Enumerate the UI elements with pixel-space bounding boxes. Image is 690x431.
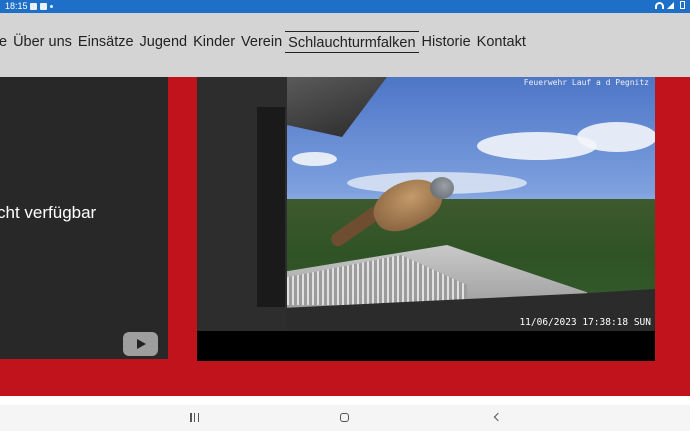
- webcam-image: Feuerwehr Lauf a d Pegnitz 11/06/2023 17…: [197, 77, 655, 331]
- signal-icon: [667, 2, 674, 9]
- webcam-footer-bar: [197, 331, 655, 361]
- system-icons: [655, 0, 685, 9]
- cloud-shape: [577, 122, 655, 152]
- nav-item-historie[interactable]: Historie: [419, 31, 474, 53]
- battery-icon: [680, 1, 685, 9]
- android-nav-bar: [0, 405, 690, 431]
- nav-item-verein[interactable]: Verein: [238, 31, 285, 53]
- gallery-icon: [30, 3, 37, 10]
- nav-item-ueber-uns[interactable]: Über uns: [10, 31, 75, 53]
- webcam-timestamp: 11/06/2023 17:38:18 SUN: [519, 317, 651, 328]
- nav-item-kinder[interactable]: Kinder: [190, 31, 238, 53]
- site-header: e Über uns Einsätze Jugend Kinder Verein…: [0, 13, 690, 77]
- falcon-head: [430, 177, 454, 199]
- wifi-icon: [655, 2, 664, 9]
- tower-pillar: [257, 107, 285, 307]
- dot-icon: [50, 5, 53, 8]
- recent-apps-icon[interactable]: [190, 413, 199, 422]
- nav-item-kontakt[interactable]: Kontakt: [474, 31, 529, 53]
- home-icon[interactable]: [340, 413, 349, 422]
- notification-icons: [30, 3, 53, 10]
- nav-item-einsaetze[interactable]: Einsätze: [75, 31, 137, 53]
- cloud-shape: [292, 152, 337, 166]
- image-icon: [40, 3, 47, 10]
- status-bar: 18:15: [0, 0, 690, 13]
- main-nav: e Über uns Einsätze Jugend Kinder Verein…: [0, 31, 529, 53]
- youtube-video-unavailable[interactable]: cht verfügbar: [0, 77, 168, 359]
- youtube-play-icon[interactable]: [123, 332, 158, 356]
- page-bottom-band: [0, 396, 690, 405]
- video-unavailable-message: cht verfügbar: [0, 203, 97, 222]
- webcam-caption: Feuerwehr Lauf a d Pegnitz: [523, 78, 649, 87]
- nav-item-partial[interactable]: e: [0, 31, 10, 53]
- nav-item-schlauchturmfalken[interactable]: Schlauchturmfalken: [285, 31, 419, 53]
- status-time: 18:15: [5, 1, 28, 11]
- back-icon[interactable]: [493, 412, 503, 422]
- content-section: cht verfügbar Feuerwehr Lauf a d Pegnitz…: [0, 77, 690, 396]
- nav-item-jugend[interactable]: Jugend: [137, 31, 191, 53]
- tower-roof: [287, 77, 387, 137]
